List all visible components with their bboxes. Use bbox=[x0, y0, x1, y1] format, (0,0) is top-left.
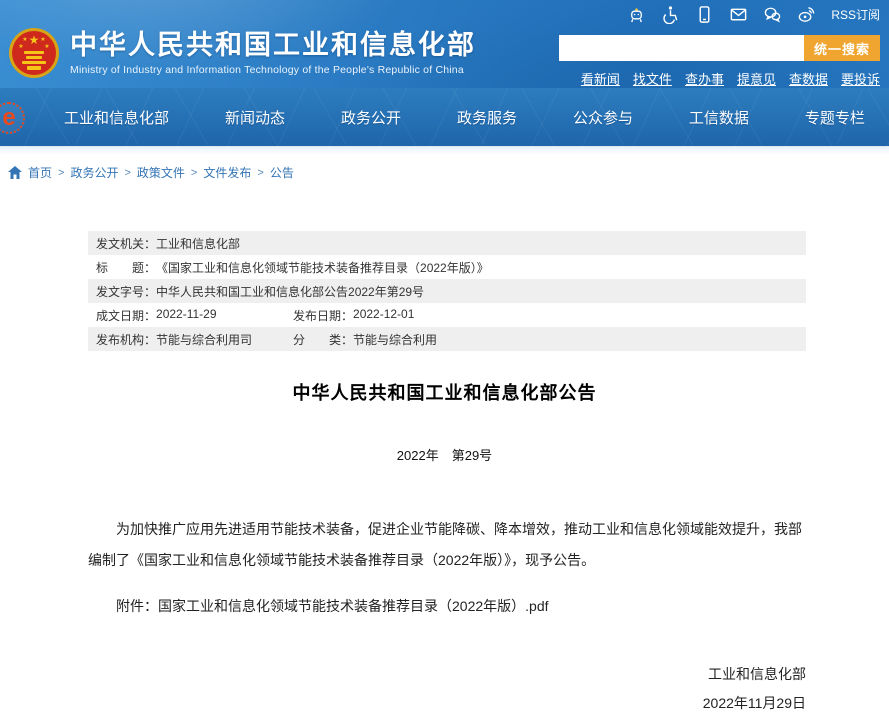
attachment-label: 附件： bbox=[116, 598, 158, 614]
miit-e-icon: e bbox=[0, 102, 25, 134]
site-title: 中华人民共和国工业和信息化部 bbox=[70, 30, 476, 61]
document-title: 中华人民共和国工业和信息化部公告 bbox=[63, 379, 826, 405]
breadcrumb-separator: > bbox=[124, 167, 130, 179]
nav-divider-strip bbox=[0, 146, 889, 154]
breadcrumb-gov-disclosure[interactable]: 政务公开 bbox=[70, 164, 118, 181]
nav-item-news[interactable]: 新闻动态 bbox=[225, 107, 285, 128]
search-bar: 统一搜索 bbox=[559, 35, 880, 61]
svg-text:★: ★ bbox=[40, 36, 45, 43]
signature-block: 工业和信息化部 2022年11月29日 bbox=[63, 660, 806, 718]
site-logo[interactable]: ★ ★ ★ ★ ★ 中华人民共和国工业和信息化部 Ministry of Ind… bbox=[8, 18, 476, 88]
national-emblem-icon: ★ ★ ★ ★ ★ bbox=[8, 27, 60, 79]
breadcrumb: 首页 > 政务公开 > 政策文件 > 文件发布 > 公告 bbox=[0, 154, 889, 189]
meta-value: 中华人民共和国工业和信息化部公告2022年第29号 bbox=[156, 283, 424, 300]
quick-link-services[interactable]: 查办事 bbox=[685, 69, 724, 88]
rss-subscribe-link[interactable]: RSS订阅 bbox=[831, 6, 880, 23]
quick-link-news[interactable]: 看新闻 bbox=[581, 69, 620, 88]
meta-label: 成文日期： bbox=[96, 307, 156, 324]
header-utility-icons: RSS订阅 bbox=[627, 5, 880, 24]
search-input[interactable] bbox=[559, 35, 804, 61]
quick-link-files[interactable]: 找文件 bbox=[633, 69, 672, 88]
signature-org: 工业和信息化部 bbox=[63, 660, 806, 689]
nav-item-data[interactable]: 工信数据 bbox=[689, 107, 749, 128]
quick-link-data[interactable]: 查数据 bbox=[789, 69, 828, 88]
body-paragraph: 为加快推广应用先进适用节能技术装备，促进企业节能降碳、降本增效，推动工业和信息化… bbox=[88, 514, 806, 576]
meta-label: 标 题： bbox=[96, 259, 156, 276]
home-icon[interactable] bbox=[8, 166, 22, 179]
svg-text:★: ★ bbox=[18, 43, 23, 50]
nav-item-miit[interactable]: 工业和信息化部 bbox=[64, 107, 169, 128]
attachment-pdf-link[interactable]: 国家工业和信息化领域节能技术装备推荐目录（2022年版）.pdf bbox=[158, 598, 549, 614]
document-meta-table: 发文机关： 工业和信息化部 标 题： 《国家工业和信息化领域节能技术装备推荐目录… bbox=[88, 231, 806, 351]
meta-label: 发文字号： bbox=[96, 283, 156, 300]
nav-item-public-participation[interactable]: 公众参与 bbox=[573, 107, 633, 128]
meta-label: 发文机关： bbox=[96, 235, 156, 252]
nav-item-gov-services[interactable]: 政务服务 bbox=[457, 107, 517, 128]
quick-links: 看新闻 找文件 查办事 提意见 查数据 要投诉 bbox=[581, 69, 880, 88]
svg-text:★: ★ bbox=[22, 36, 27, 43]
nav-item-gov-disclosure[interactable]: 政务公开 bbox=[341, 107, 401, 128]
meta-value: 节能与综合利用 bbox=[353, 331, 437, 348]
meta-value: 节能与综合利用司 bbox=[156, 331, 252, 348]
accessibility-icon[interactable] bbox=[661, 5, 680, 24]
document-issue-number: 2022年 第29号 bbox=[63, 445, 826, 464]
mail-icon[interactable] bbox=[729, 5, 748, 24]
mobile-icon[interactable] bbox=[695, 5, 714, 24]
main-nav: e 工业和信息化部 新闻动态 政务公开 政务服务 公众参与 工信数据 专题专栏 bbox=[0, 88, 889, 146]
breadcrumb-separator: > bbox=[191, 167, 197, 179]
quick-link-opinions[interactable]: 提意见 bbox=[737, 69, 776, 88]
nav-item-special-topics[interactable]: 专题专栏 bbox=[805, 107, 865, 128]
breadcrumb-home[interactable]: 首页 bbox=[28, 164, 52, 181]
signature-date: 2022年11月29日 bbox=[63, 689, 806, 718]
meta-label: 发布日期： bbox=[293, 307, 353, 324]
breadcrumb-file-release[interactable]: 文件发布 bbox=[203, 164, 251, 181]
attachment-line: 附件：国家工业和信息化领域节能技术装备推荐目录（2022年版）.pdf bbox=[88, 591, 806, 622]
meta-row-org-category: 发布机构： 节能与综合利用司 分 类： 节能与综合利用 bbox=[88, 327, 806, 351]
document-page: 发文机关： 工业和信息化部 标 题： 《国家工业和信息化领域节能技术装备推荐目录… bbox=[63, 231, 826, 718]
meta-row-doc-number: 发文字号： 中华人民共和国工业和信息化部公告2022年第29号 bbox=[88, 279, 806, 303]
breadcrumb-separator: > bbox=[58, 167, 64, 179]
document-body: 为加快推广应用先进适用节能技术装备，促进企业节能降碳、降本增效，推动工业和信息化… bbox=[88, 514, 806, 576]
svg-text:★: ★ bbox=[29, 33, 40, 47]
breadcrumb-policy-files[interactable]: 政策文件 bbox=[137, 164, 185, 181]
meta-value: 工业和信息化部 bbox=[156, 235, 240, 252]
meta-value: 2022-12-01 bbox=[353, 307, 414, 324]
breadcrumb-separator: > bbox=[257, 167, 263, 179]
search-button[interactable]: 统一搜索 bbox=[804, 35, 880, 61]
wechat-icon[interactable] bbox=[763, 5, 782, 24]
robot-icon[interactable] bbox=[627, 5, 646, 24]
meta-label: 发布机构： bbox=[96, 331, 156, 348]
svg-text:★: ★ bbox=[44, 43, 49, 50]
quick-link-complaints[interactable]: 要投诉 bbox=[841, 69, 880, 88]
meta-row-issuing-org: 发文机关： 工业和信息化部 bbox=[88, 231, 806, 255]
site-header: ★ ★ ★ ★ ★ 中华人民共和国工业和信息化部 Ministry of Ind… bbox=[0, 0, 889, 88]
meta-value: 《国家工业和信息化领域节能技术装备推荐目录（2022年版）》 bbox=[156, 259, 489, 276]
breadcrumb-announcement[interactable]: 公告 bbox=[270, 164, 294, 181]
meta-row-dates: 成文日期： 2022-11-29 发布日期： 2022-12-01 bbox=[88, 303, 806, 327]
meta-row-title: 标 题： 《国家工业和信息化领域节能技术装备推荐目录（2022年版）》 bbox=[88, 255, 806, 279]
meta-label: 分 类： bbox=[293, 331, 353, 348]
site-subtitle: Ministry of Industry and Information Tec… bbox=[70, 64, 476, 76]
meta-value: 2022-11-29 bbox=[156, 307, 217, 324]
weibo-icon[interactable] bbox=[797, 5, 816, 24]
